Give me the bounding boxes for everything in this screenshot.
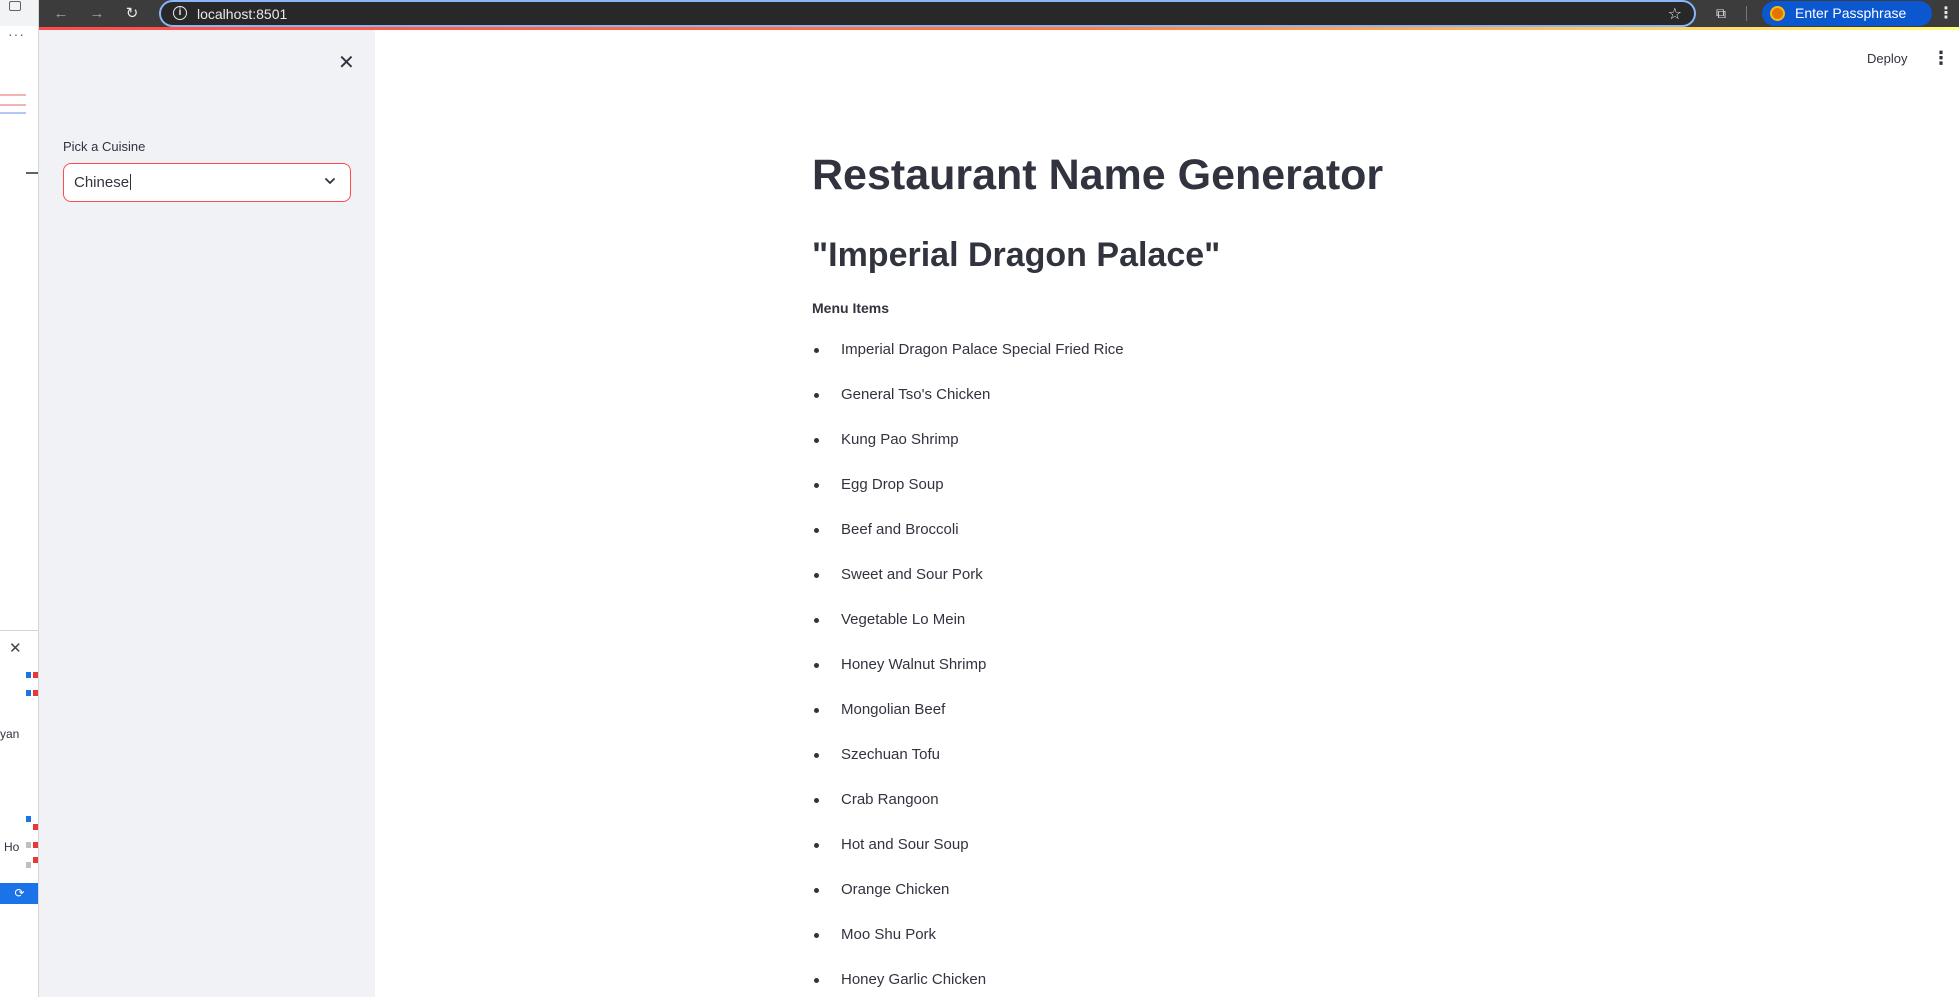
- close-icon[interactable]: ✕: [9, 639, 22, 657]
- more-horizontal-icon[interactable]: ···: [8, 26, 25, 42]
- list-item: Sweet and Sour Pork: [812, 565, 1124, 610]
- list-item: Moo Shu Pork: [812, 925, 1124, 970]
- main-content: Deploy ⋮ Restaurant Name Generator "Impe…: [375, 30, 1959, 997]
- toolbar-divider: [1746, 6, 1747, 21]
- browser-toolbar: ← → ↻ i localhost:8501 ☆ ⧉ Enter Passphr…: [39, 0, 1959, 27]
- thumbnail-line: [0, 94, 26, 96]
- cuisine-select[interactable]: Chinese: [63, 163, 351, 202]
- color-marker: [26, 672, 31, 678]
- main-menu-icon[interactable]: ⋮: [1932, 48, 1950, 69]
- avatar: [1770, 6, 1785, 21]
- list-item: Honey Garlic Chicken: [812, 970, 1124, 997]
- sidebar-toggle-icon[interactable]: [9, 1, 21, 11]
- list-item: Szechuan Tofu: [812, 745, 1124, 790]
- sidebar: ✕ Pick a Cuisine Chinese: [39, 30, 375, 997]
- divider: [0, 630, 38, 631]
- extensions-icon[interactable]: ⧉: [1711, 3, 1731, 23]
- list-item: Mongolian Beef: [812, 700, 1124, 745]
- list-item: Beef and Broccoli: [812, 520, 1124, 565]
- color-marker: [33, 824, 38, 830]
- list-item: Egg Drop Soup: [812, 475, 1124, 520]
- background-window-strip: ··· ✕ yan Ho ⟳: [0, 0, 39, 997]
- color-marker: [33, 857, 38, 863]
- cuisine-select-label: Pick a Cuisine: [63, 139, 146, 154]
- thumbnail-line: [0, 112, 26, 114]
- reload-icon[interactable]: ↻: [121, 3, 143, 25]
- color-marker: [26, 816, 31, 822]
- divider: [26, 172, 38, 174]
- more-vert-icon[interactable]: ⋮: [1938, 3, 1954, 23]
- list-item: Crab Rangoon: [812, 790, 1124, 835]
- list-item: Kung Pao Shrimp: [812, 430, 1124, 475]
- color-marker: [26, 842, 31, 848]
- truncated-text: yan: [0, 727, 20, 741]
- list-item: General Tso's Chicken: [812, 385, 1124, 430]
- list-item: Imperial Dragon Palace Special Fried Ric…: [812, 340, 1124, 385]
- menu-items-label: Menu Items: [812, 300, 890, 316]
- list-item: Hot and Sour Soup: [812, 835, 1124, 880]
- text-cursor: [130, 174, 132, 190]
- list-item: Orange Chicken: [812, 880, 1124, 925]
- menu-items-list: Imperial Dragon Palace Special Fried Ric…: [812, 340, 1124, 997]
- back-arrow-icon[interactable]: ←: [50, 3, 72, 25]
- profile-button[interactable]: Enter Passphrase: [1762, 1, 1932, 26]
- info-icon[interactable]: i: [173, 6, 187, 20]
- profile-label: Enter Passphrase: [1795, 5, 1907, 21]
- close-sidebar-icon[interactable]: ✕: [338, 50, 355, 75]
- color-marker: [33, 690, 38, 696]
- url-text[interactable]: localhost:8501: [197, 6, 287, 22]
- refresh-action-button[interactable]: ⟳: [0, 883, 38, 904]
- color-marker: [33, 672, 38, 678]
- color-marker: [26, 690, 31, 696]
- strip-toolbar: [0, 0, 38, 26]
- deploy-button[interactable]: Deploy: [1867, 51, 1907, 66]
- list-item: Honey Walnut Shrimp: [812, 655, 1124, 700]
- thumbnail-line: [0, 104, 26, 106]
- truncated-text: Ho: [4, 840, 20, 854]
- star-icon[interactable]: ☆: [1668, 4, 1682, 24]
- page-title: Restaurant Name Generator: [812, 151, 1384, 199]
- cuisine-select-value[interactable]: Chinese: [74, 174, 132, 191]
- color-marker: [26, 862, 31, 868]
- address-bar[interactable]: i localhost:8501 ☆: [159, 0, 1696, 27]
- chevron-down-icon[interactable]: [324, 174, 336, 190]
- forward-arrow-icon[interactable]: →: [86, 3, 108, 25]
- list-item: Vegetable Lo Mein: [812, 610, 1124, 655]
- color-marker: [33, 842, 38, 848]
- restaurant-name: "Imperial Dragon Palace": [812, 236, 1221, 274]
